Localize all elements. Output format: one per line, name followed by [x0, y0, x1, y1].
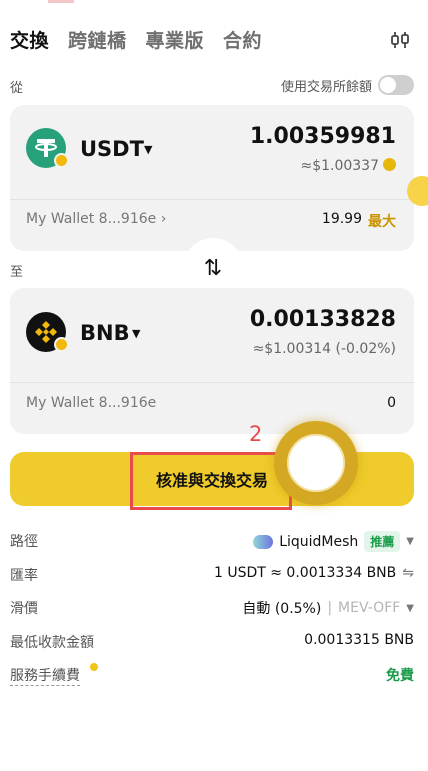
route-label: 路徑 — [10, 534, 38, 550]
from-usd-text: ≈$1.00337 — [300, 158, 379, 174]
to-token-symbol[interactable]: BNB — [80, 321, 130, 345]
slippage-label: 滑價 — [10, 601, 38, 617]
mev-status: MEV-OFF — [338, 600, 401, 616]
notification-dot — [90, 663, 98, 671]
from-token-caret-icon[interactable]: ▼ — [144, 143, 152, 156]
slippage-caret-icon: ▼ — [406, 602, 414, 614]
tab-futures[interactable]: 合約 — [223, 26, 262, 53]
annotation-highlight-box — [130, 452, 292, 510]
slippage-row: 滑價 自動 (0.5%) | MEV-OFF ▼ — [10, 598, 414, 618]
from-usd-value: ≈$1.00337 — [300, 158, 396, 174]
to-usd-value: ≈$1.00314 (-0.02%) — [252, 341, 396, 357]
refresh-icon[interactable] — [383, 158, 396, 171]
tap-cursor-indicator — [274, 421, 358, 505]
top-accent-bar — [48, 0, 74, 3]
toggle-knob — [380, 77, 396, 93]
rate-label: 匯率 — [10, 568, 38, 584]
route-selector[interactable]: LiquidMesh 推薦 ▼ — [253, 531, 414, 552]
route-value: LiquidMesh — [279, 533, 359, 550]
use-exchange-balance-label: 使用交易所餘額 — [280, 79, 372, 95]
swap-arrows-icon: ⇅ — [203, 255, 223, 281]
bnb-chain-badge-icon — [54, 153, 69, 168]
from-wallet-selector[interactable]: My Wallet 8...916e › — [26, 211, 166, 227]
tab-swap[interactable]: 交換 — [10, 26, 49, 53]
from-token-symbol[interactable]: USDT — [80, 137, 144, 161]
separator: | — [327, 600, 333, 616]
fee-row: 服務手續費 免費 — [10, 663, 414, 686]
card-divider — [10, 382, 414, 383]
tab-pro[interactable]: 專業版 — [146, 26, 205, 53]
from-token-card: USDT ▼ 1.00359981 ≈$1.00337 My Wallet 8.… — [10, 105, 414, 251]
fee-label[interactable]: 服務手續費 — [10, 665, 80, 686]
card-divider — [10, 199, 414, 200]
to-balance: 0 — [387, 395, 396, 411]
tab-bridge[interactable]: 跨鏈橋 — [68, 26, 127, 53]
annotation-step-number: 2 — [249, 422, 263, 446]
bnb-chain-badge-icon — [54, 337, 69, 352]
route-row: 路徑 LiquidMesh 推薦 ▼ — [10, 531, 414, 552]
from-label: 從 — [10, 81, 24, 96]
swap-rate-direction-icon[interactable]: ⇋ — [402, 565, 414, 581]
tap-cursor-center — [287, 434, 345, 492]
chevron-right-icon: › — [160, 211, 167, 227]
use-exchange-balance-row: 使用交易所餘額 — [281, 75, 414, 95]
to-amount: 0.00133828 — [249, 307, 396, 332]
min-receive-row: 最低收款金額 0.0013315 BNB — [10, 632, 414, 652]
settings-sliders-icon[interactable] — [390, 30, 410, 50]
route-caret-icon: ▼ — [406, 536, 414, 547]
rate-row: 匯率 1 USDT ≈ 0.0013334 BNB ⇋ — [10, 565, 414, 585]
max-button[interactable]: 最大 — [368, 211, 396, 231]
min-receive-value: 0.0013315 BNB — [304, 632, 414, 648]
use-exchange-balance-toggle[interactable] — [378, 75, 414, 95]
slippage-value: 自動 (0.5%) — [242, 601, 322, 617]
to-label: 至 — [10, 265, 24, 280]
to-token-caret-icon[interactable]: ▼ — [132, 327, 140, 340]
slippage-selector[interactable]: 自動 (0.5%) | MEV-OFF ▼ — [242, 598, 414, 618]
to-token-card: BNB ▼ 0.00133828 ≈$1.00314 (-0.02%) My W… — [10, 288, 414, 434]
to-wallet-selector[interactable]: My Wallet 8...916e — [26, 395, 156, 411]
rate-value-group: 1 USDT ≈ 0.0013334 BNB ⇋ — [214, 565, 414, 581]
fee-value: 免費 — [386, 668, 414, 684]
from-wallet-text: My Wallet 8...916e — [26, 211, 157, 227]
from-balance: 19.99 — [321, 211, 362, 227]
recommended-badge: 推薦 — [364, 531, 401, 552]
rate-value: 1 USDT ≈ 0.0013334 BNB — [213, 565, 397, 581]
liquidmesh-logo-icon — [253, 534, 274, 549]
top-tabs: 交換 跨鏈橋 專業版 合約 — [10, 26, 281, 53]
min-receive-label: 最低收款金額 — [10, 635, 94, 651]
from-amount-input[interactable]: 1.00359981 — [250, 124, 396, 149]
